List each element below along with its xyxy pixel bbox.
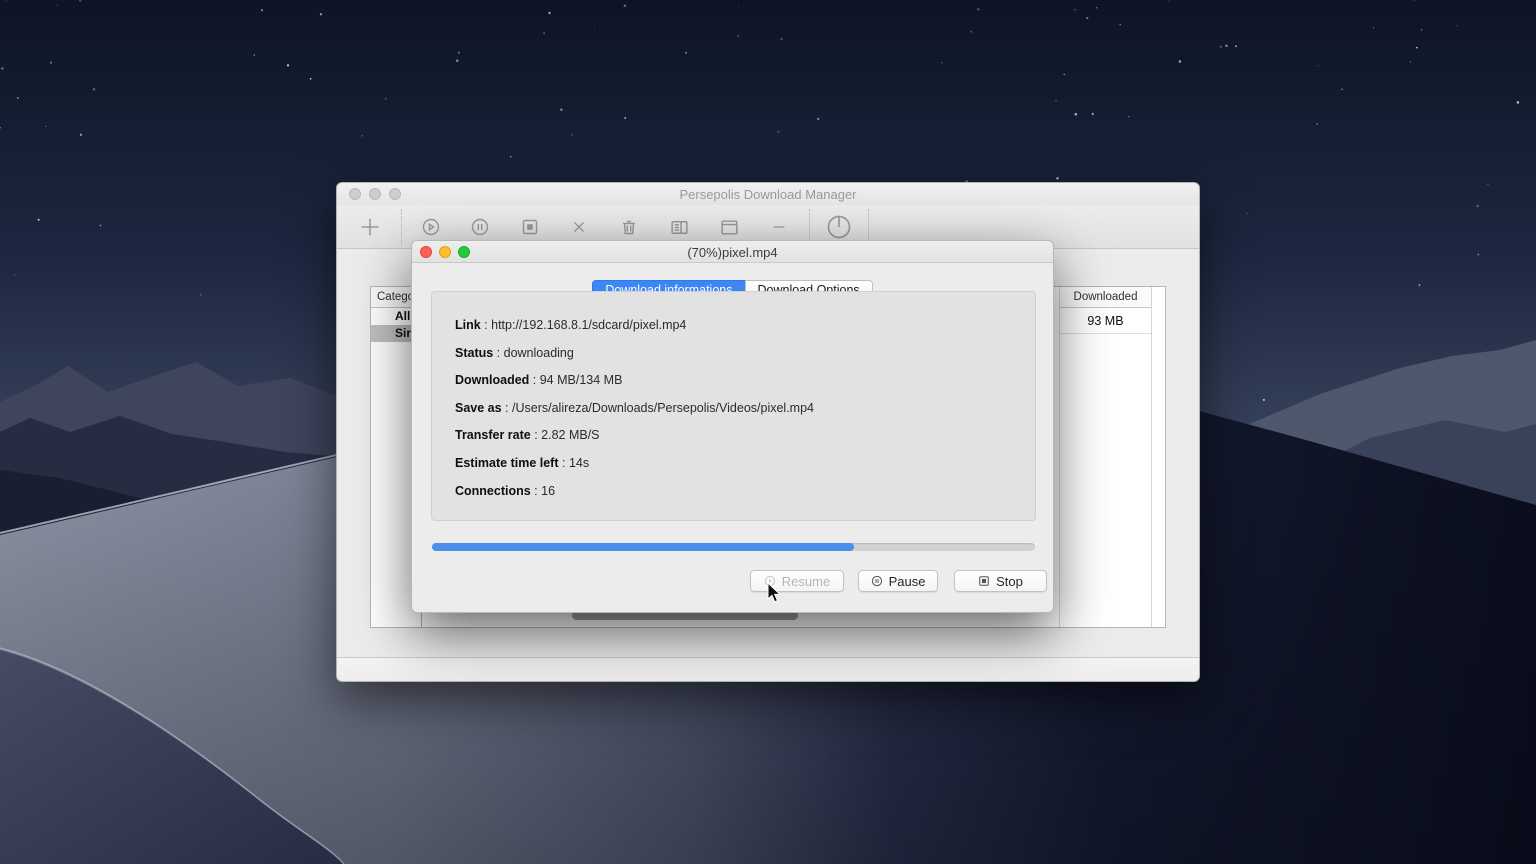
dialog-titlebar[interactable]: (70%)pixel.mp4 [412,241,1053,263]
info-row-link: Link : http://192.168.8.1/sdcard/pixel.m… [455,318,1035,333]
main-window-title: Persepolis Download Manager [337,187,1199,202]
pause-download-button[interactable] [465,212,495,242]
queue-window-button[interactable] [714,212,744,242]
remove-download-button[interactable] [564,212,594,242]
pause-icon [871,575,883,587]
downloaded-column-header[interactable]: Downloaded [1060,287,1151,308]
stop-icon [978,575,990,587]
download-info-panel: Link : http://192.168.8.1/sdcard/pixel.m… [431,291,1036,521]
play-circle-icon [421,217,441,237]
trash-button[interactable] [614,212,644,242]
pause-button[interactable]: Pause [858,570,938,592]
info-row-downloaded: Downloaded : 94 MB/134 MB [455,373,1035,388]
main-window-titlebar[interactable]: Persepolis Download Manager [337,183,1199,205]
add-download-button[interactable] [355,212,385,242]
dialog-title: (70%)pixel.mp4 [412,245,1053,260]
status-bar [337,657,1199,681]
info-row-status: Status : downloading [455,346,1035,361]
x-icon [570,218,588,236]
downloaded-column: Downloaded 93 MB [1059,287,1152,627]
minus-icon [770,218,788,236]
download-progress-dialog: (70%)pixel.mp4 Download informations Dow… [411,240,1054,613]
pause-circle-icon [470,217,490,237]
hide-menu-button[interactable] [764,212,794,242]
plus-icon [359,216,381,238]
info-row-transfer-rate: Transfer rate : 2.82 MB/S [455,428,1035,443]
toolbar-separator [401,209,402,245]
power-icon [825,213,853,241]
desktop: Persepolis Download Manager [0,0,1536,864]
info-row-connections: Connections : 16 [455,484,1035,499]
download-progress-fill [432,543,854,551]
download-progress-bar [432,543,1035,551]
exit-button[interactable] [824,212,854,242]
stop-button[interactable]: Stop [954,570,1047,592]
stop-square-icon [520,217,540,237]
info-row-save-as: Save as : /Users/alireza/Downloads/Perse… [455,401,1035,416]
stop-download-button[interactable] [515,212,545,242]
info-row-estimate-time-left: Estimate time left : 14s [455,456,1035,471]
download-properties-button[interactable] [664,212,694,242]
mouse-cursor [766,582,782,604]
downloaded-cell[interactable]: 93 MB [1060,308,1151,334]
resume-button[interactable]: Resume [750,570,844,592]
resume-download-button[interactable] [416,212,446,242]
trash-icon [619,217,639,237]
list-window-icon [669,217,690,238]
window-icon [719,217,740,238]
